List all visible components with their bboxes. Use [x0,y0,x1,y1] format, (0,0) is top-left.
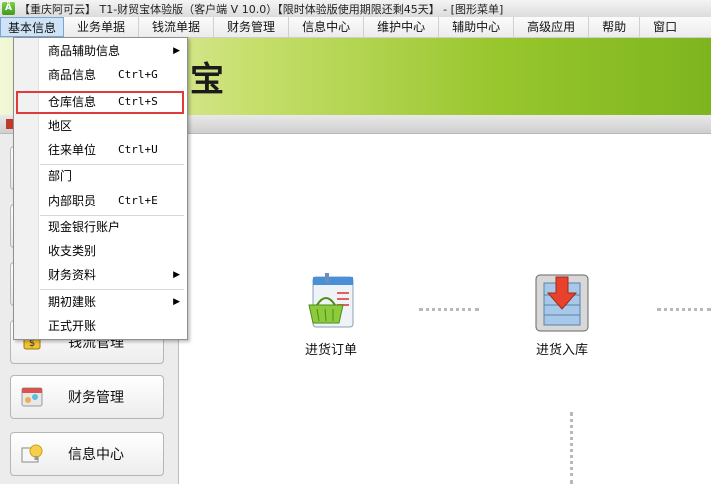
menu-item-formal-open[interactable]: 正式开账 [38,314,186,338]
menu-bar: 基本信息 业务单据 钱流单据 财务管理 信息中心 维护中心 辅助中心 高级应用 … [0,17,711,38]
menu-item-finance-data[interactable]: 财务资料 ▶ [38,263,186,287]
info-center-icon [19,441,45,467]
menu-gutter [14,38,39,339]
app-icon: Ä [2,2,15,15]
menu-item-label: 现金银行账户 [48,220,121,234]
menu-item-label: 期初建账 [48,295,97,309]
graphic-menu-canvas: 进货订单 进货入库 [179,134,711,484]
menu-item-label: 商品信息 [48,68,97,82]
finance-icon [19,384,45,410]
menu-item-label: 部门 [48,169,73,183]
submenu-arrow-icon: ▶ [173,46,180,56]
flow-connector [657,308,711,311]
menu-info-center[interactable]: 信息中心 [289,17,365,37]
highlight-annotation [16,91,184,114]
sidebar-button-label: 财务管理 [68,390,124,406]
sidebar-button-info-center[interactable]: 信息中心 [10,432,164,476]
menu-basic-info[interactable]: 基本信息 [0,17,65,37]
menu-help[interactable]: 帮助 [589,17,641,37]
menu-item-label: 地区 [48,119,73,133]
menu-item-label: 商品辅助信息 [48,44,121,58]
sidebar-button-label: 信息中心 [68,447,124,463]
flow-node-stock-in[interactable]: 进货入库 [517,271,607,358]
menu-item-label: 内部职员 [48,194,97,208]
window-title: 【重庆阿可云】 T1-财贸宝体验版（客户端 V 10.0）【限时体验版使用期限还… [19,2,504,16]
menu-window[interactable]: 窗口 [640,17,690,37]
menu-item-department[interactable]: 部门 [38,164,186,188]
menu-item-label: 往来单位 [48,143,97,157]
menu-item-label: 财务资料 [48,268,97,282]
menu-item-product-info[interactable]: 商品信息 Ctrl+G [38,63,186,87]
menu-maintenance[interactable]: 维护中心 [364,17,440,37]
submenu-arrow-icon: ▶ [173,270,180,280]
menu-item-shortcut: Ctrl+E [118,194,158,207]
menu-item-product-aux-info[interactable]: 商品辅助信息 ▶ [38,39,186,63]
menu-auxiliary[interactable]: 辅助中心 [439,17,515,37]
menu-business-docs[interactable]: 业务单据 [64,17,140,37]
flow-connector [419,308,479,311]
flow-node-label: 进货订单 [304,343,357,358]
menu-item-label: 正式开账 [48,319,97,333]
title-bar: Ä 【重庆阿可云】 T1-财贸宝体验版（客户端 V 10.0）【限时体验版使用期… [0,0,711,18]
menu-item-label: 收支类别 [48,244,97,258]
menu-item-cash-bank-accounts[interactable]: 现金银行账户 [38,215,186,239]
flow-node-label: 进货入库 [535,343,588,358]
flow-node-purchase-order[interactable]: 进货订单 [286,271,376,358]
purchase-order-icon [299,271,363,335]
menu-item-shortcut: Ctrl+G [118,68,158,81]
menu-item-shortcut: Ctrl+U [118,143,158,156]
sidebar-button-finance[interactable]: 财务管理 [10,375,164,419]
stock-in-icon [530,271,594,335]
basic-info-dropdown: 商品辅助信息 ▶ 商品信息 Ctrl+G 仓库信息 Ctrl+S 地区 往来单位… [13,37,188,340]
menu-advanced[interactable]: 高级应用 [514,17,590,37]
submenu-arrow-icon: ▶ [173,297,180,307]
banner-logo: 宝 [190,60,224,100]
menu-item-income-expense-categories[interactable]: 收支类别 [38,239,186,263]
menu-cashflow-docs[interactable]: 钱流单据 [139,17,215,37]
menu-item-partners[interactable]: 往来单位 Ctrl+U [38,138,186,162]
flow-connector [570,412,573,484]
menu-item-staff[interactable]: 内部职员 Ctrl+E [38,189,186,213]
menu-item-region[interactable]: 地区 [38,114,186,138]
menu-finance[interactable]: 财务管理 [214,17,290,37]
menu-item-opening-setup[interactable]: 期初建账 ▶ [38,290,186,314]
